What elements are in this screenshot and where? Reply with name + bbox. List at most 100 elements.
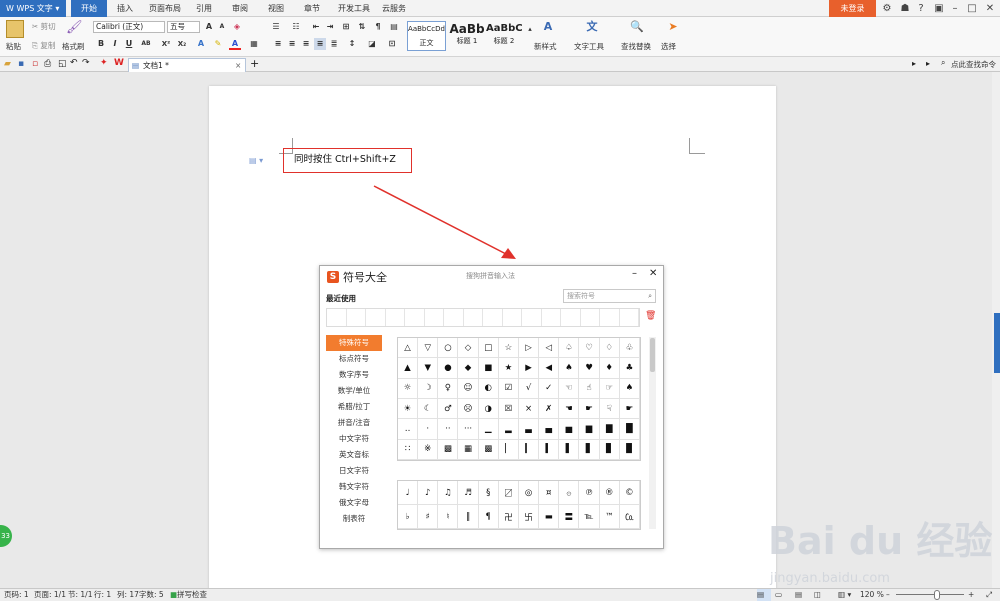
font-name-select[interactable]: Calibri (正文) [93, 21, 165, 33]
view-outline-icon[interactable]: ▤ [795, 589, 802, 601]
symbol-cell[interactable]: ● [438, 358, 459, 379]
category-item[interactable]: 俄文字母 [326, 495, 382, 511]
symbol-cell[interactable]: ♭ [398, 505, 419, 529]
document-tab[interactable]: ▤ 文档1 * × [128, 58, 246, 72]
symbol-cell[interactable]: ♂ [438, 399, 459, 420]
wps-cloud-icon[interactable]: ✦ [100, 58, 108, 68]
symbol-cell[interactable]: ▅ [559, 419, 580, 440]
tab-review[interactable]: 审阅 [226, 0, 254, 17]
symbol-cell[interactable]: ★ [498, 358, 519, 379]
symbol-cell[interactable]: ※ [418, 439, 439, 460]
style-normal[interactable]: AaBbCcDd 正文 [407, 21, 446, 51]
show-marks-icon[interactable]: ¶ [372, 21, 384, 33]
close-icon[interactable]: ✕ [649, 268, 657, 279]
line-spacing-icon[interactable]: ↕ [346, 38, 358, 50]
tab-home[interactable]: 开始 [71, 0, 107, 17]
subscript-button[interactable]: X₂ [176, 38, 188, 50]
symbol-cell[interactable]: ☽ [418, 378, 439, 399]
search-command-icon[interactable]: ⌕ [941, 58, 945, 68]
symbol-cell[interactable]: █ [619, 419, 640, 440]
select-cursor-icon[interactable]: ➤ [667, 21, 679, 33]
italic-button[interactable]: I [109, 38, 121, 50]
category-item[interactable]: 数学/单位 [326, 383, 382, 399]
assistant-badge-icon[interactable]: 33 [0, 525, 12, 547]
category-item[interactable]: 数字序号 [326, 367, 382, 383]
symbol-cell[interactable]: ♀ [438, 378, 459, 399]
symbol-cell[interactable]: ☟ [599, 399, 620, 420]
symbol-cell[interactable]: ♪ [418, 481, 439, 505]
new-style-label[interactable]: 新样式 [534, 41, 557, 52]
symbol-cell[interactable]: ○ [438, 338, 459, 359]
text-tools-label[interactable]: 文字工具 [574, 41, 604, 52]
format-painter-icon[interactable]: 🖌 [66, 20, 83, 36]
paste-icon[interactable] [6, 20, 24, 38]
symbol-cell[interactable]: ☼ [398, 378, 419, 399]
new-tab-icon[interactable]: + [250, 57, 259, 70]
justify-icon[interactable]: ≡ [314, 38, 326, 50]
text-effect-icon[interactable]: A [195, 38, 207, 50]
symbol-cell[interactable]: × [518, 399, 540, 420]
new-style-icon[interactable]: A [542, 21, 554, 33]
symbol-cell[interactable]: ℡ [579, 505, 600, 529]
category-item[interactable]: 希腊/拉丁 [326, 399, 382, 415]
document-text[interactable]: 同时按住 Ctrl+Shift+Z [294, 154, 396, 165]
symbol-cell[interactable]: ◑ [478, 399, 499, 420]
symbol-cell[interactable]: ☆ [498, 338, 519, 359]
table-icon[interactable]: ▤ [388, 21, 400, 33]
decrease-indent-icon[interactable]: ⇤ [310, 21, 322, 33]
minimize-icon[interactable]: – [946, 1, 964, 16]
format-painter-label[interactable]: 格式刷 [62, 41, 85, 52]
select-label[interactable]: 选择 [661, 41, 676, 52]
symbol-cell[interactable]: ☹ [458, 399, 479, 420]
copy-button[interactable]: ⎘ 复制 [32, 40, 55, 51]
paragraph-tool-icon[interactable]: ▤ ▾ [249, 156, 263, 165]
view-read-icon[interactable]: ▭ [775, 589, 782, 601]
symbol-cell[interactable]: ‖ [458, 505, 479, 529]
dialog-header[interactable]: S 符号大全 搜狗拼音输入法 – ✕ [320, 266, 663, 286]
symbol-cell[interactable]: ∷ [398, 439, 419, 460]
find-replace-label[interactable]: 查找替换 [621, 41, 651, 52]
symbol-cell[interactable]: ☜ [559, 378, 580, 399]
font-color-icon[interactable]: A [229, 38, 241, 50]
align-center-icon[interactable]: ≡ [286, 38, 298, 50]
tab-view[interactable]: 视图 [262, 0, 290, 17]
chinese-layout-icon[interactable]: ⊞ [340, 21, 352, 33]
symbol-cell[interactable]: ㏇ [619, 505, 640, 529]
symbol-cell[interactable]: ☞ [599, 378, 620, 399]
find-command-label[interactable]: 点此查找命令 [951, 59, 996, 70]
undo-icon[interactable]: ↶ [70, 58, 78, 68]
tab-chapter[interactable]: 章节 [298, 0, 326, 17]
symbol-cell[interactable]: ▎ [518, 439, 540, 460]
symbol-cell[interactable]: ◎ [518, 481, 540, 505]
view-page-icon[interactable]: ▤ [757, 589, 771, 601]
category-item[interactable]: 拼音/注音 [326, 415, 382, 431]
sort-icon[interactable]: ⇅ [356, 21, 368, 33]
symbol-cell[interactable]: · [418, 419, 439, 440]
symbol-cell[interactable]: ☛ [619, 399, 640, 420]
symbol-cell[interactable]: ℗ [579, 481, 600, 505]
shading-icon[interactable]: ◪ [366, 38, 378, 50]
symbol-cell[interactable]: √ [518, 378, 540, 399]
superscript-button[interactable]: X² [160, 38, 172, 50]
category-item[interactable]: 标点符号 [326, 351, 382, 367]
symbol-cell[interactable]: ♮ [438, 505, 459, 529]
symbol-cell[interactable]: ™ [599, 505, 620, 529]
tab-page-layout[interactable]: 页面布局 [143, 0, 187, 17]
symbol-cell[interactable]: © [619, 481, 640, 505]
save-icon[interactable]: ▪ [18, 59, 24, 69]
align-left-icon[interactable]: ≡ [272, 38, 284, 50]
login-button[interactable]: 未登录 [829, 0, 876, 17]
symbol-cell[interactable]: ··· [458, 419, 479, 440]
font-size-select[interactable]: 五号 [167, 21, 200, 33]
trash-icon[interactable]: 🗑 [645, 311, 656, 321]
category-item[interactable]: 英文音标 [326, 447, 382, 463]
category-item[interactable]: 日文字符 [326, 463, 382, 479]
tab-close-icon[interactable]: × [235, 59, 241, 72]
vertical-scroll-thumb[interactable] [994, 313, 1000, 373]
symbol-cell[interactable]: ▉ [619, 439, 640, 460]
symbol-cell[interactable]: ☺ [458, 378, 479, 399]
distribute-icon[interactable]: ≣ [328, 38, 340, 50]
view-mode-icon[interactable]: ▥ ▾ [838, 589, 851, 601]
symbol-cell[interactable]: ▬ [539, 505, 560, 529]
symbol-cell[interactable]: § [478, 481, 499, 505]
